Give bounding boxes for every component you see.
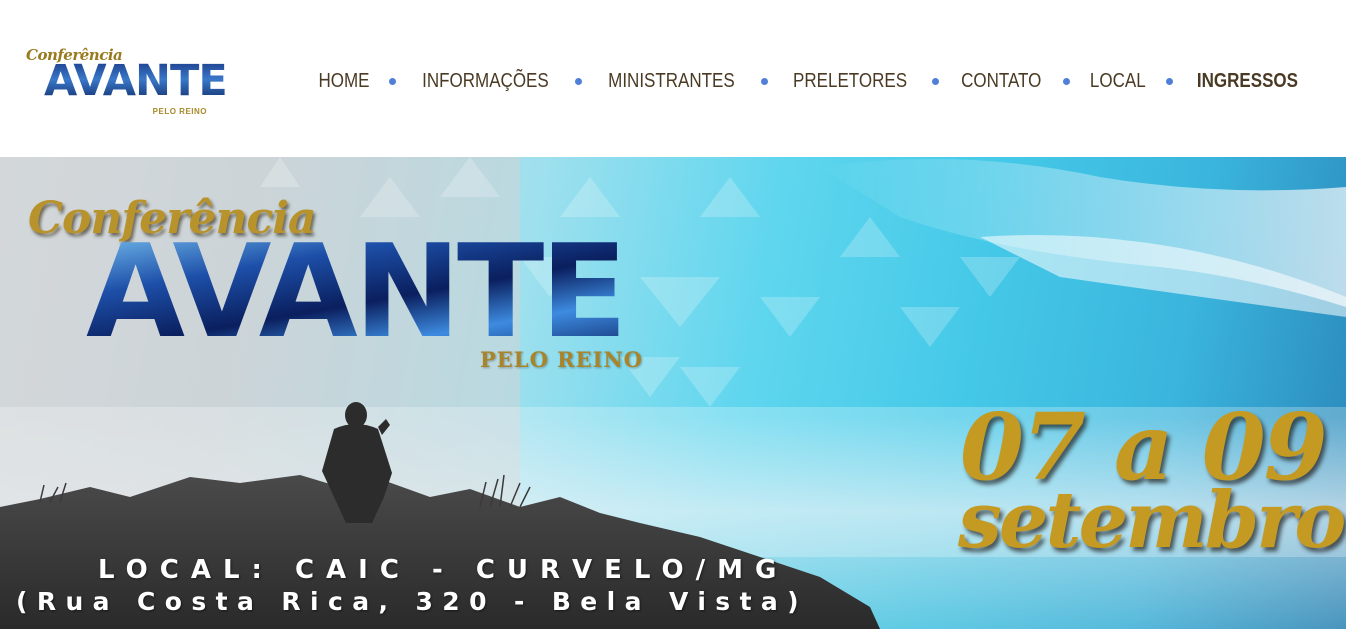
nav-item-ministrantes[interactable]: MINISTRANTES [608,70,735,93]
nav-separator-dot [1166,78,1174,85]
site-logo[interactable]: Conferência AVANTE PELO REINO [26,46,228,118]
nav-item-informacoes[interactable]: INFORMAÇÕES [422,70,549,93]
hero-title: AVANTE [86,218,628,367]
event-address: (Rua Costa Rica, 320 - Bela Vista) [16,587,809,616]
nav-item-ingressos[interactable]: INGRESSOS [1197,70,1298,93]
logo-subtitle: PELO REINO [152,107,207,116]
nav-separator-dot [575,78,582,85]
nav-item-local[interactable]: LOCAL [1090,70,1146,93]
nav-separator-dot [389,78,397,85]
nav-separator-dot [1063,78,1071,85]
site-header: Conferência AVANTE PELO REINO HOME INFOR… [0,0,1346,157]
nav-item-contato[interactable]: CONTATO [961,70,1041,93]
hero-banner: Conferência AVANTE PELO REINO 07 a 09 se… [0,157,1346,629]
logo-title: AVANTE [44,56,228,106]
nav-separator-dot [760,78,768,85]
nav-item-home[interactable]: HOME [319,70,370,93]
main-nav: HOME INFORMAÇÕES MINISTRANTES PRELETORES… [314,70,1307,93]
event-month: setembro [958,475,1346,566]
nav-item-preletores[interactable]: PRELETORES [793,70,907,93]
hero-subtitle: PELO REINO [480,347,643,372]
nav-separator-dot [932,78,940,85]
event-location: LOCAL: CAIC - CURVELO/MG [98,555,789,585]
